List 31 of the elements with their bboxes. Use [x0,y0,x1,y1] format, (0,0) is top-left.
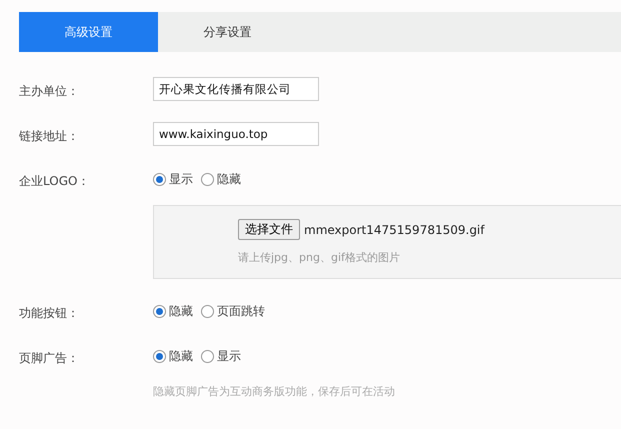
choose-file-button[interactable]: 选择文件 [238,219,300,240]
radio-option[interactable]: 显示 [153,170,193,188]
tab[interactable]: 高级设置 [19,12,158,52]
radio-icon[interactable] [201,304,214,318]
radio-icon[interactable] [153,304,166,318]
option-label: 隐藏 [169,302,193,320]
radio-icon[interactable] [201,350,214,362]
radio-icon[interactable] [201,172,214,186]
option-label: 页面跳转 [217,302,265,320]
field-label: 企业LOGO： [19,173,90,190]
field-label: 功能按钮： [19,305,80,322]
radio-icon[interactable] [153,172,166,186]
radio-option[interactable]: 显示 [201,348,241,364]
tab[interactable]: 分享设置 [158,12,297,52]
upload-hint: 请上传jpg、png、gif格式的图片 [238,250,401,265]
field-label: 页脚广告： [19,350,80,367]
radio-option[interactable]: 页面跳转 [201,302,265,320]
footnote: 隐藏页脚广告为互动商务版功能，保存后可在活动 [153,384,396,399]
radio-icon[interactable] [153,350,166,362]
text-field[interactable]: 开心果文化传播有限公司 [153,77,319,101]
radio-option[interactable]: 隐藏 [201,170,241,188]
radio-option[interactable]: 隐藏 [153,302,193,320]
file-name: mmexport1475159781509.gif [304,222,484,236]
radio-option[interactable]: 隐藏 [153,348,193,364]
text-field[interactable]: www.kaixinguo.top [153,122,319,146]
field-label: 链接地址： [19,128,80,145]
option-label: 隐藏 [169,348,193,364]
option-label: 显示 [169,170,193,188]
option-label: 显示 [217,348,241,364]
field-label: 主办单位： [19,83,80,100]
option-label: 隐藏 [217,170,241,188]
